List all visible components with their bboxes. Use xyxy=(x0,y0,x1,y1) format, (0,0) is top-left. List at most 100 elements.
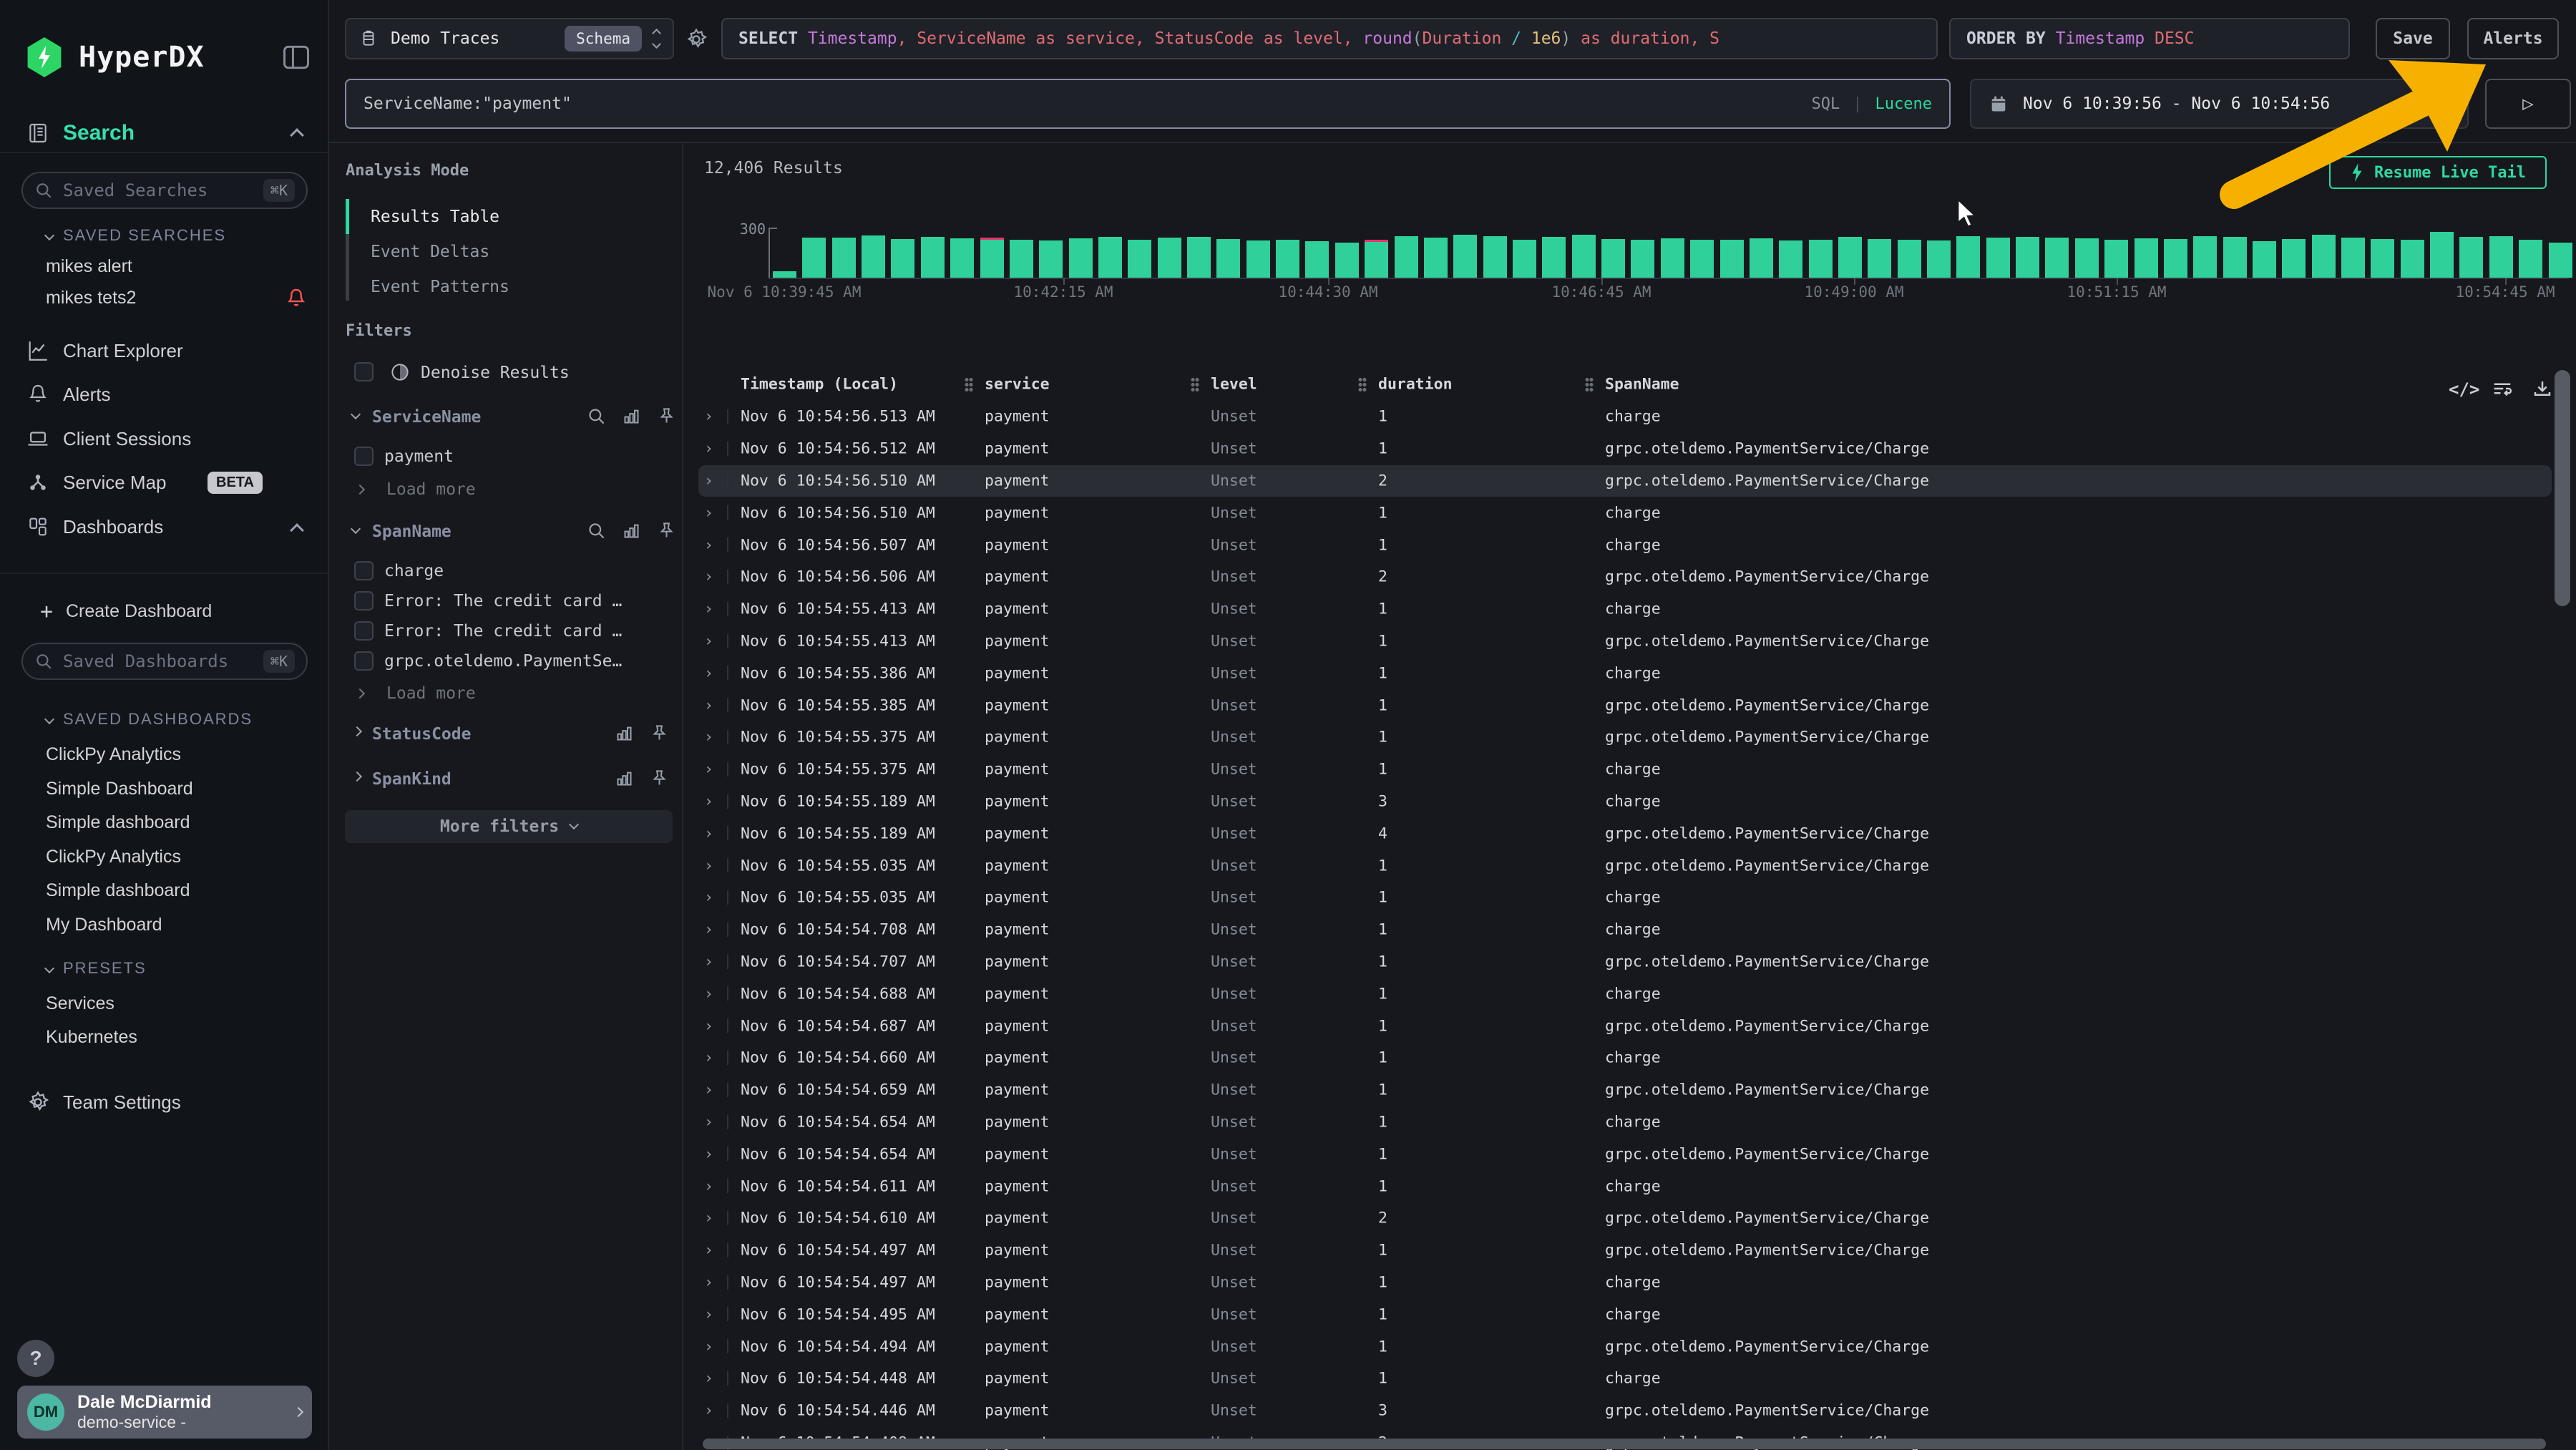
chevron-up-icon[interactable] xyxy=(290,523,304,537)
table-row[interactable]: ›Nov 6 10:54:56.506 AMpaymentUnset2grpc.… xyxy=(698,561,2552,593)
histogram-bar[interactable] xyxy=(1927,240,1951,278)
table-row[interactable]: ›Nov 6 10:54:55.386 AMpaymentUnset1charg… xyxy=(698,657,2552,689)
histogram-bar[interactable] xyxy=(1513,240,1536,278)
filter-checkbox[interactable] xyxy=(354,621,374,641)
histogram-bar[interactable] xyxy=(1187,237,1211,278)
user-card[interactable]: DM Dale McDiarmid demo-service - xyxy=(17,1386,312,1439)
chart-icon[interactable] xyxy=(622,407,641,426)
horizontal-scrollbar-thumb[interactable] xyxy=(703,1439,2546,1449)
expand-row-icon[interactable]: › xyxy=(704,729,713,746)
expand-row-icon[interactable]: › xyxy=(704,1177,713,1195)
chart-icon[interactable] xyxy=(615,724,634,743)
table-row[interactable]: ›Nov 6 10:54:54.660 AMpaymentUnset1charg… xyxy=(698,1042,2552,1074)
expand-row-icon[interactable]: › xyxy=(704,1242,713,1260)
saved-searches-input[interactable]: Saved Searches ⌘K xyxy=(21,172,308,209)
expand-row-icon[interactable]: › xyxy=(704,1145,713,1163)
saved-dashboard-item[interactable]: Simple Dashboard xyxy=(46,779,193,799)
histogram-bar[interactable] xyxy=(980,238,1004,278)
sidebar-item-team-settings[interactable]: Team Settings xyxy=(0,1084,328,1121)
expand-row-icon[interactable]: › xyxy=(704,1081,713,1099)
histogram-bar[interactable] xyxy=(2341,238,2365,278)
language-sql-toggle[interactable]: SQL xyxy=(1812,95,1840,113)
language-lucene-toggle[interactable]: Lucene xyxy=(1875,95,1932,113)
expand-row-icon[interactable]: › xyxy=(704,985,713,1003)
histogram-bar[interactable] xyxy=(1395,236,1418,278)
filter-group-servicename[interactable]: ServiceName xyxy=(372,408,481,427)
column-header-service[interactable]: service xyxy=(985,376,1050,394)
presets-header[interactable]: PRESETS xyxy=(46,959,147,978)
column-header-timestamp-local-[interactable]: Timestamp (Local) xyxy=(741,376,898,394)
filter-group-spanname[interactable]: SpanName xyxy=(372,522,452,541)
histogram-bar[interactable] xyxy=(2430,232,2454,278)
table-row[interactable]: ›Nov 6 10:54:54.654 AMpaymentUnset1charg… xyxy=(698,1106,2552,1139)
download-icon[interactable] xyxy=(2532,378,2553,399)
source-settings-gear-icon[interactable] xyxy=(684,27,708,52)
saved-search-item[interactable]: mikes alert xyxy=(46,256,132,277)
histogram-bar[interactable] xyxy=(2282,239,2306,278)
table-row[interactable]: ›Nov 6 10:54:54.708 AMpaymentUnset1charg… xyxy=(698,914,2552,946)
preset-item[interactable]: Kubernetes xyxy=(46,1027,137,1048)
expand-row-icon[interactable]: › xyxy=(704,1113,713,1131)
order-by-editor[interactable]: ORDER BY Timestamp DESC xyxy=(1949,18,2350,59)
expand-row-icon[interactable]: › xyxy=(704,1210,713,1227)
table-row[interactable]: ›Nov 6 10:54:54.446 AMpaymentUnset3grpc.… xyxy=(698,1395,2552,1427)
histogram-bar[interactable] xyxy=(1365,240,1388,278)
saved-dashboard-item[interactable]: My Dashboard xyxy=(46,915,162,935)
histogram-bar[interactable] xyxy=(862,235,885,278)
histogram-bar[interactable] xyxy=(1128,240,1151,278)
chevron-down-icon[interactable] xyxy=(351,409,361,419)
histogram-bar[interactable] xyxy=(1216,239,1240,278)
histogram-bar[interactable] xyxy=(1453,235,1477,278)
expand-row-icon[interactable]: › xyxy=(704,953,713,970)
table-row[interactable]: ›Nov 6 10:54:54.707 AMpaymentUnset1grpc.… xyxy=(698,946,2552,978)
table-row[interactable]: ›Nov 6 10:54:54.494 AMpaymentUnset1grpc.… xyxy=(698,1330,2552,1363)
table-row[interactable]: ›Nov 6 10:54:56.507 AMpaymentUnset1charg… xyxy=(698,529,2552,561)
histogram-bar[interactable] xyxy=(1424,238,1448,278)
load-more-button[interactable]: Load more xyxy=(386,480,476,499)
histogram-bar[interactable] xyxy=(1779,240,1802,278)
saved-dashboard-item[interactable]: Simple dashboard xyxy=(46,880,190,901)
expand-row-icon[interactable]: › xyxy=(704,568,713,586)
run-query-button[interactable]: ▷ xyxy=(2485,79,2571,129)
pin-icon[interactable] xyxy=(657,521,676,540)
histogram-bar[interactable] xyxy=(2045,238,2069,278)
filter-checkbox[interactable] xyxy=(354,651,374,671)
histogram-bar[interactable] xyxy=(2371,239,2394,278)
create-dashboard-button[interactable]: + Create Dashboard xyxy=(0,593,328,630)
wrap-lines-icon[interactable] xyxy=(2492,378,2513,399)
histogram-bar[interactable] xyxy=(1956,236,1980,278)
time-range-picker[interactable]: Nov 6 10:39:56 - Nov 6 10:54:56 xyxy=(1970,79,2469,129)
histogram-bar[interactable] xyxy=(2193,236,2217,278)
histogram-bar[interactable] xyxy=(1868,239,1891,278)
column-header-spanname[interactable]: SpanName xyxy=(1605,376,1679,394)
analysis-mode-event-deltas[interactable]: Event Deltas xyxy=(371,243,489,261)
histogram-bar[interactable] xyxy=(1305,241,1329,278)
histogram-bar[interactable] xyxy=(1838,237,1862,278)
histogram-bar[interactable] xyxy=(2401,240,2424,278)
analysis-mode-event-patterns[interactable]: Event Patterns xyxy=(371,278,509,296)
column-drag-handle[interactable] xyxy=(965,377,973,391)
expand-row-icon[interactable]: › xyxy=(704,792,713,810)
histogram-bar[interactable] xyxy=(1690,240,1714,278)
histogram-bar[interactable] xyxy=(950,238,974,278)
save-button[interactable]: Save xyxy=(2376,18,2450,59)
table-row[interactable]: ›Nov 6 10:54:55.189 AMpaymentUnset3charg… xyxy=(698,786,2552,818)
chevron-right-icon[interactable] xyxy=(352,726,362,736)
filter-value-label[interactable]: Error: The credit card … xyxy=(384,592,622,610)
saved-dashboards-input[interactable]: Saved Dashboards ⌘K xyxy=(21,643,308,680)
sidebar-item-alerts[interactable]: Alerts xyxy=(0,376,328,413)
preset-item[interactable]: Services xyxy=(46,993,114,1014)
histogram-bar[interactable] xyxy=(1246,240,1270,278)
histogram-bar[interactable] xyxy=(1276,240,1299,278)
table-row[interactable]: ›Nov 6 10:54:55.375 AMpaymentUnset1grpc.… xyxy=(698,721,2552,754)
table-row[interactable]: ›Nov 6 10:54:54.659 AMpaymentUnset1grpc.… xyxy=(698,1074,2552,1106)
table-row[interactable]: ›Nov 6 10:54:54.610 AMpaymentUnset2grpc.… xyxy=(698,1202,2552,1235)
chevron-down-icon[interactable] xyxy=(351,524,361,534)
table-row[interactable]: ›Nov 6 10:54:55.035 AMpaymentUnset1grpc.… xyxy=(698,850,2552,882)
denoise-checkbox[interactable] xyxy=(354,362,374,381)
filter-value-label[interactable]: Error: The credit card … xyxy=(384,622,622,641)
expand-row-icon[interactable]: › xyxy=(704,600,713,618)
filter-checkbox[interactable] xyxy=(354,561,374,580)
more-filters-button[interactable]: More filters xyxy=(345,810,673,843)
vertical-scrollbar-thumb[interactable] xyxy=(2555,370,2570,606)
